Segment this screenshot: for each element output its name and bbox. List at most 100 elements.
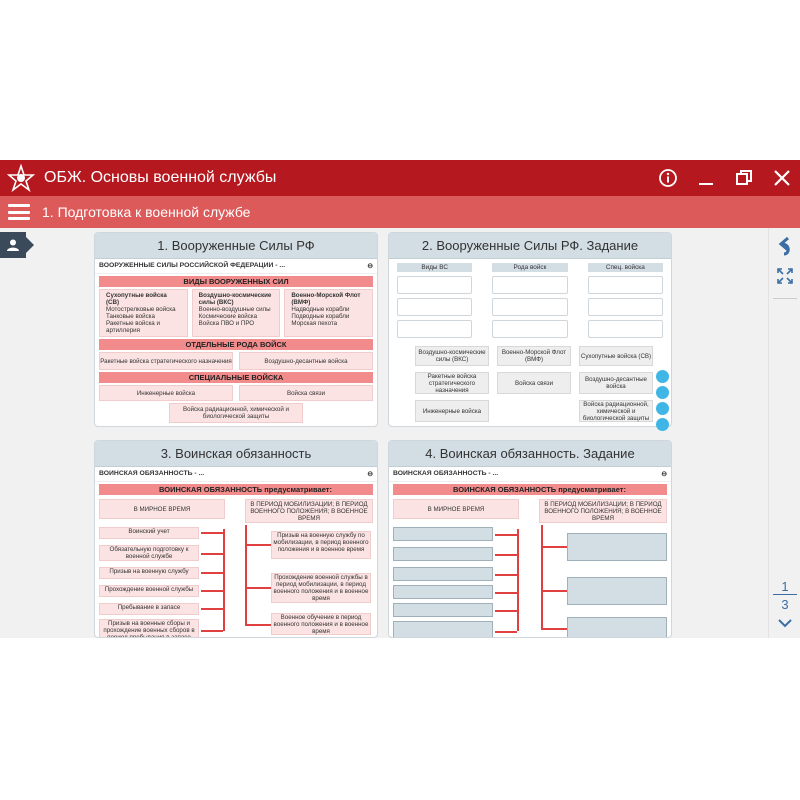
connector — [495, 554, 517, 556]
drag-option[interactable]: Воздушно-десантные войска — [579, 372, 653, 394]
header-text: ВОИНСКАЯ ОБЯЗАННОСТЬ - ... — [393, 470, 499, 477]
list-item: Надводные корабли — [291, 306, 350, 313]
close-icon[interactable] — [770, 166, 794, 190]
card-military-duty-task[interactable]: 4. Воинская обязанность. Задание ВОИНСКА… — [388, 440, 672, 638]
app-title: ОБЖ. Основы военной службы — [44, 169, 277, 186]
title-bar: ОБЖ. Основы военной службы — [0, 160, 800, 196]
drag-option[interactable]: Сухопутные войска (СВ) — [579, 346, 653, 366]
drop-slot[interactable] — [393, 527, 493, 541]
connector — [245, 544, 271, 546]
branch-box: Военно-Морской Флот (ВМФ) Надводные кора… — [284, 289, 374, 337]
column-head: В МИРНОЕ ВРЕМЯ — [393, 499, 519, 519]
page-divider — [773, 594, 797, 595]
duty-item: Призыв на военную службу — [99, 567, 199, 579]
drag-option[interactable]: Ракетные войска стратегического назначен… — [415, 372, 489, 394]
collapse-icon[interactable]: ⊖ — [661, 470, 667, 478]
connector — [223, 529, 225, 631]
download-icon[interactable] — [656, 386, 669, 399]
connector — [495, 610, 517, 612]
page-current: 1 — [781, 578, 789, 594]
print-icon[interactable] — [656, 370, 669, 383]
content-area: 1. Вооруженные Силы РФ ВООРУЖЕННЫЕ СИЛЫ … — [0, 228, 800, 638]
connector — [495, 534, 517, 536]
header-text: ВООРУЖЕННЫЕ СИЛЫ РОССИЙСКОЙ ФЕДЕРАЦИИ - … — [99, 262, 286, 269]
column-head: В ПЕРИОД МОБИЛИЗАЦИИ; В ПЕРИОД ВОЕННОГО … — [245, 499, 373, 523]
connector — [541, 525, 543, 629]
drop-slot[interactable] — [397, 320, 473, 338]
drop-slot[interactable] — [393, 585, 493, 599]
list-item: Подводные корабли — [291, 313, 350, 320]
card-armed-forces-task[interactable]: 2. Вооруженные Силы РФ. Задание Виды ВС … — [388, 232, 672, 427]
divider — [773, 298, 797, 299]
check-icon[interactable] — [656, 418, 669, 431]
duty-item: Прохождение военной службы — [99, 585, 199, 597]
column-head: В ПЕРИОД МОБИЛИЗАЦИИ; В ПЕРИОД ВОЕННОГО … — [539, 499, 667, 523]
drop-slot[interactable] — [587, 298, 663, 316]
drag-option[interactable]: Инженерные войска — [415, 400, 489, 422]
back-icon[interactable] — [769, 234, 800, 258]
drop-slot[interactable] — [567, 617, 667, 637]
branch-title: Воздушно-космические силы (ВКС) — [198, 292, 272, 306]
card-header: ВОИНСКАЯ ОБЯЗАННОСТЬ - ... ⊖ — [95, 467, 377, 482]
list-item: Ракетные войска и артиллерия — [106, 320, 160, 334]
expand-icon[interactable] — [769, 264, 800, 288]
drag-option[interactable]: Воздушно-космические силы (ВКС) — [415, 346, 489, 366]
connector — [201, 608, 223, 610]
list-item: Танковые войска — [106, 313, 155, 320]
menu-icon[interactable] — [8, 202, 30, 222]
restore-icon[interactable] — [732, 166, 756, 190]
drop-slot[interactable] — [567, 577, 667, 605]
card-military-duty[interactable]: 3. Воинская обязанность ВОИНСКАЯ ОБЯЗАНН… — [94, 440, 378, 638]
connector — [201, 532, 223, 534]
troop-box: Инженерные войска — [99, 385, 233, 401]
card-header: ВОИНСКАЯ ОБЯЗАННОСТЬ - ... ⊖ — [389, 467, 671, 482]
info-icon[interactable] — [656, 166, 680, 190]
drop-slot[interactable] — [567, 533, 667, 561]
drop-slot[interactable] — [492, 320, 568, 338]
collapse-icon[interactable]: ⊖ — [367, 262, 373, 270]
drop-slot[interactable] — [393, 603, 493, 617]
card-title: 3. Воинская обязанность — [95, 441, 377, 467]
drag-option[interactable]: Военно-Морской Флот (ВМФ) — [497, 346, 571, 366]
connector — [245, 587, 271, 589]
card-armed-forces[interactable]: 1. Вооруженные Силы РФ ВООРУЖЕННЫЕ СИЛЫ … — [94, 232, 378, 427]
list-item: Военно-воздушные силы — [198, 306, 271, 313]
drop-slot[interactable] — [492, 298, 568, 316]
drop-slot[interactable] — [393, 621, 493, 637]
emblem-icon — [4, 161, 38, 195]
page-total: 3 — [781, 596, 789, 612]
collapse-icon[interactable]: ⊖ — [367, 470, 373, 478]
branch-title: Сухопутные войска (СВ) — [106, 292, 167, 306]
drop-slot[interactable] — [393, 547, 493, 561]
branch-box: Воздушно-космические силы (ВКС) Военно-в… — [191, 289, 281, 337]
column-header: Рода войск — [492, 263, 568, 272]
drop-column: Рода войск — [492, 263, 568, 338]
drag-option[interactable]: Войска связи — [497, 372, 571, 394]
chevron-down-icon[interactable] — [769, 614, 800, 632]
branch-box: Сухопутные войска (СВ) Мотострелковые во… — [99, 289, 188, 337]
section-heading: СПЕЦИАЛЬНЫЕ ВОЙСКА — [99, 372, 373, 383]
drop-slot[interactable] — [397, 276, 473, 294]
list-item: Мотострелковые войска — [106, 306, 176, 313]
duty-item: Военное обучение в период военного полож… — [271, 613, 371, 635]
connector — [541, 546, 567, 548]
drop-slot[interactable] — [587, 276, 663, 294]
drop-slot[interactable] — [397, 298, 473, 316]
minimize-icon[interactable] — [694, 166, 718, 190]
drop-slot[interactable] — [587, 320, 663, 338]
connector — [245, 525, 247, 625]
drop-column: Виды ВС — [397, 263, 473, 338]
connector — [201, 572, 223, 574]
drop-slot[interactable] — [393, 567, 493, 581]
user-icon[interactable] — [0, 232, 34, 258]
drop-slot[interactable] — [492, 276, 568, 294]
connector — [495, 631, 517, 633]
drag-option[interactable]: Войска радиационной, химической и биолог… — [579, 400, 653, 422]
list-item: Морская пехота — [291, 320, 338, 327]
duty-item: Пребывание в запасе — [99, 603, 199, 615]
connector — [517, 529, 519, 631]
connector — [541, 590, 567, 592]
reset-icon[interactable] — [656, 402, 669, 415]
section-bar: 1. Подготовка к военной службе — [0, 196, 800, 228]
app-window: ОБЖ. Основы военной службы 1. Подготовка… — [0, 160, 800, 638]
